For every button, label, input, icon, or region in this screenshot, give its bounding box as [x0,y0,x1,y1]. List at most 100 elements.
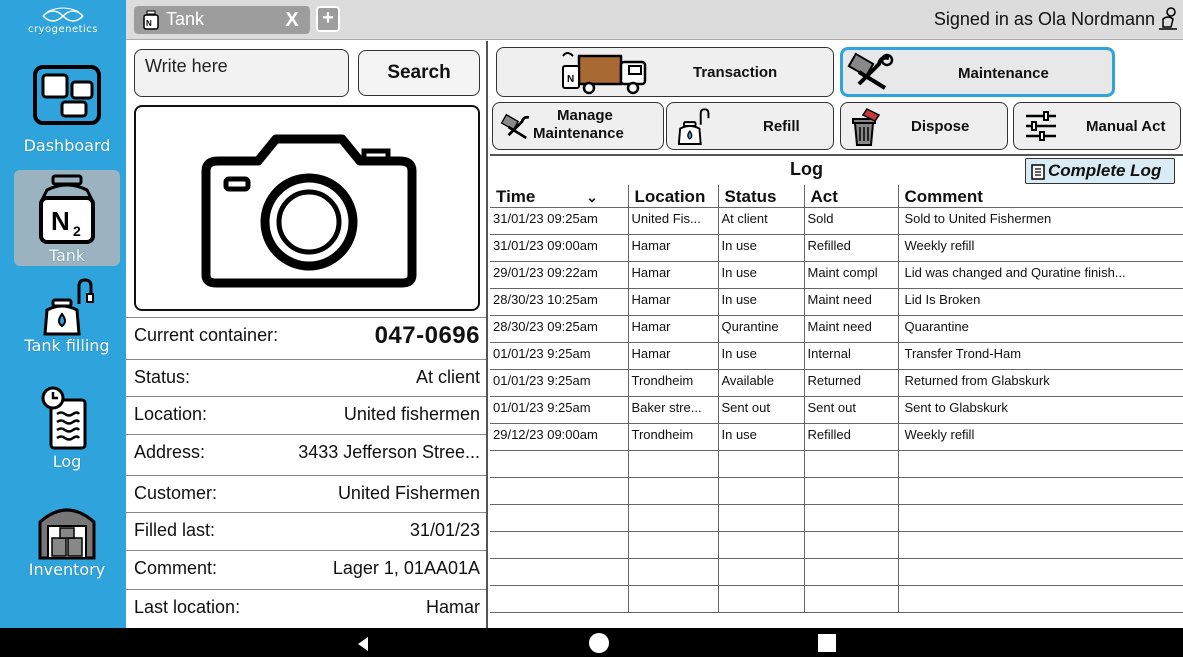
info-row-status: Status: At client [126,359,486,395]
log-row[interactable] [490,531,1183,559]
column-header-status[interactable]: Status [717,185,804,208]
tank-photo[interactable] [134,105,480,311]
log-cell-comment: Returned from Glabskurk [897,369,1183,397]
log-cell-time: 31/01/23 09:25am [490,207,628,235]
log-cell-location: United Fis... [627,207,718,235]
svg-text:N: N [51,206,70,236]
complete-log-button[interactable]: Complete Log [1025,158,1175,184]
log-row[interactable]: 01/01/23 9:25am Trondheim Available Returne… [490,369,1183,397]
tab-title: Tank [166,9,205,29]
sidebar-item-tank[interactable]: N 2 Tank [14,170,120,266]
log-row[interactable] [490,558,1183,586]
column-header-time[interactable]: Time ⌄ [490,185,628,208]
log-cell-location: Trondheim [627,423,718,451]
column-label: Time [496,187,536,206]
system-nav-bar [0,628,1183,657]
home-icon[interactable] [588,632,610,654]
log-cell-act [803,504,898,532]
manual-act-label: Manual Act [1086,118,1166,135]
sidebar-item-log[interactable]: Log [14,386,120,482]
camera-icon [201,134,417,288]
maintenance-label: Maintenance [958,65,1049,82]
log-cell-time: 29/01/23 09:22am [490,261,628,289]
log-row[interactable] [490,477,1183,505]
maintenance-tools-icon [500,113,530,140]
log-cell-location: Hamar [627,315,718,343]
maintenance-button[interactable]: Maintenance [840,47,1115,97]
refill-button[interactable]: Refill [666,102,834,150]
log-cell-time [490,531,628,559]
log-row[interactable]: 01/01/23 9:25am Baker stre... Sent out Sent… [490,396,1183,424]
log-row[interactable]: 28/30/23 09:25am Hamar Qurantine Maint need… [490,315,1183,343]
field-label: Filled last: [134,520,216,540]
log-cell-time: 31/01/23 09:00am [490,234,628,262]
log-cell-location [627,558,718,586]
search-button[interactable]: Search [358,50,480,96]
log-row[interactable] [490,450,1183,478]
log-cell-status: Sent out [717,396,804,424]
log-cell-location: Hamar [627,342,718,370]
log-cell-comment: Sent to Glabskurk [897,396,1183,424]
back-icon[interactable] [356,636,370,652]
log-cell-time: 01/01/23 9:25am [490,342,628,370]
log-cell-act: Maint need [803,315,898,343]
chevron-down-icon[interactable]: ⌄ [586,189,598,206]
log-cell-time: 28/30/23 09:25am [490,315,628,343]
log-cell-act [803,531,898,559]
svg-text:N: N [567,74,574,85]
log-cell-status: Available [717,369,804,397]
log-cell-time [490,450,628,478]
signed-in-label: Signed in as Ola Nordmann [933,9,1155,29]
sidebar-item-label: Log [52,452,82,471]
dispose-button[interactable]: Dispose [840,102,1008,150]
log-cell-comment: Lid was changed and Quratine finish... [897,261,1183,289]
field-label: Status: [134,367,191,387]
log-cell-status: In use [717,342,804,370]
user-icon[interactable] [1157,7,1179,31]
add-tab-button[interactable]: + [316,6,340,32]
log-clock-icon [41,386,87,450]
log-cell-comment [897,504,1183,532]
log-row[interactable]: 28/30/23 10:25am Hamar In use Maint need Lid… [490,288,1183,316]
log-cell-location [627,585,718,613]
column-header-act[interactable]: Act [803,185,898,208]
field-value: 31/01/23 [409,520,480,540]
log-cell-status [717,504,804,532]
manage-maintenance-button[interactable]: Manage Maintenance [492,102,664,150]
close-tab-button[interactable]: X [280,8,304,32]
sidebar-item-dashboard[interactable]: Dashboard [14,64,120,164]
transaction-button[interactable]: N Transaction [496,47,834,97]
search-input[interactable]: Write here [134,49,349,97]
log-row[interactable] [490,504,1183,532]
tab-tank[interactable]: N Tank X [134,6,310,34]
sidebar-item-tank-filling[interactable]: Tank filling [14,276,120,372]
column-header-comment[interactable]: Comment [897,185,1183,208]
manage-maintenance-label-2: Maintenance [533,125,624,142]
sidebar: cryogenetics Dashboard N 2 Tank Tank fil… [0,0,126,628]
log-cell-location [627,477,718,505]
log-cell-location [627,531,718,559]
log-row[interactable]: 31/01/23 09:00am Hamar In use Refilled Weekl… [490,234,1183,262]
field-label: Location: [134,404,208,424]
complete-log-label: Complete Log [1048,161,1162,180]
log-row[interactable]: 29/01/23 09:22am Hamar In use Maint compl Li… [490,261,1183,289]
field-value: Hamar [425,597,480,617]
log-cell-status [717,585,804,613]
manual-act-button[interactable]: Manual Act [1013,102,1181,150]
log-row[interactable] [490,585,1183,613]
log-cell-act [803,477,898,505]
log-cell-time: 28/30/23 10:25am [490,288,628,316]
column-header-location[interactable]: Location [627,185,718,208]
sidebar-item-inventory[interactable]: Inventory [14,498,120,594]
log-row[interactable]: 31/01/23 09:25am United Fis... At client So… [490,207,1183,235]
dispose-trash-icon [852,108,881,146]
log-cell-comment: Quarantine [897,315,1183,343]
log-row[interactable]: 29/12/23 09:00am Trondheim In use Refilled W… [490,423,1183,451]
tank-details-panel: Write here Search Current container: 047… [126,41,488,628]
log-row[interactable]: 01/01/23 9:25am Hamar In use Internal Transf… [490,342,1183,370]
info-row-location: Location: United fishermen [126,396,486,432]
current-container-value: 047-0696 [374,321,480,349]
maintenance-tools-icon [847,52,894,90]
log-cell-status [717,477,804,505]
recent-apps-icon[interactable] [818,634,836,652]
